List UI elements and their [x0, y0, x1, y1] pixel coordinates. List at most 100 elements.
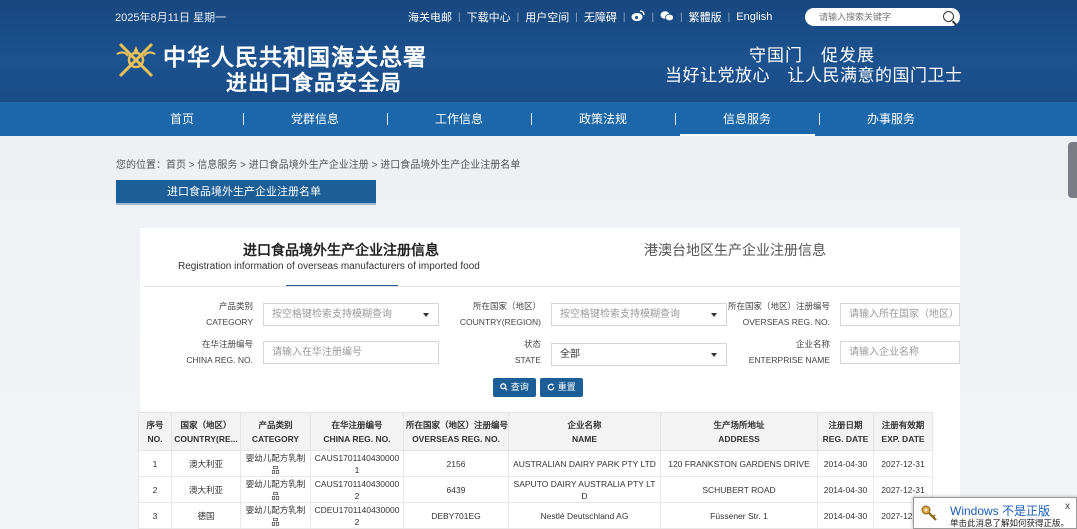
top-link-download[interactable]: 下载中心	[461, 9, 517, 25]
query-button-label: 查询	[510, 382, 529, 392]
weibo-icon[interactable]	[625, 9, 651, 25]
divider	[243, 113, 244, 125]
top-link-accessibility[interactable]: 无障碍	[578, 9, 623, 25]
top-link-user-space[interactable]: 用户空间	[519, 9, 575, 25]
search-icon[interactable]	[943, 11, 954, 22]
country-label-cn: 所在国家（地区）	[472, 301, 541, 311]
table-row[interactable]: 3 德国 婴幼儿配方乳制品 CDEU17011404300002 DEBY701…	[138, 502, 933, 529]
cell-category: 婴幼儿配方乳制品	[240, 476, 311, 503]
lang-english[interactable]: English	[730, 11, 778, 23]
refresh-icon	[547, 383, 555, 391]
col-header-name[interactable]: 企业名称 NAME	[508, 412, 661, 451]
table-row[interactable]: 2 澳大利亚 婴幼儿配方乳制品 CAUS17011404300002 6439 …	[138, 476, 933, 503]
cell-china-no: CAUS17011404300001	[310, 450, 404, 477]
state-label-en: STATE	[514, 355, 541, 365]
col-header-en: CATEGORY	[251, 433, 300, 444]
search-input[interactable]	[819, 12, 939, 22]
cell-overseas-no: 6439	[403, 476, 509, 503]
col-header-cn: 在华注册编号	[331, 419, 383, 430]
site-header: 2025年8月11日 星期一 海关电邮 | 下载中心 | 用户空间 | 无障碍 …	[0, 0, 1077, 102]
current-date: 2025年8月11日 星期一	[115, 12, 227, 24]
reset-button[interactable]: 重置	[540, 378, 583, 397]
top-link-email[interactable]: 海关电邮	[402, 9, 458, 25]
enterprise-label-cn: 企业名称	[795, 339, 830, 349]
col-header-cn: 企业名称	[567, 419, 602, 430]
site-subtitle: 进出口食品安全局	[226, 70, 402, 95]
enterprise-input[interactable]: 请输入企业名称	[840, 341, 960, 364]
cell-address: SCHUBERT ROAD	[660, 476, 818, 503]
state-select[interactable]: 全部	[551, 343, 727, 366]
col-header-china-no[interactable]: 在华注册编号 CHINA REG. NO.	[310, 412, 404, 451]
registration-table: 序号 NO. 国家（地区） COUNTRY(RE... 产品类别 CATEGORY 在…	[138, 412, 933, 529]
state-label: 状态 STATE	[470, 337, 541, 367]
cell-name: SAPUTO DAIRY AUSTRALIA PTY LTD	[508, 476, 661, 503]
country-select[interactable]: 按空格键检索支持模糊查询	[551, 303, 727, 326]
col-header-cn: 生产场所地址	[713, 419, 765, 430]
china-no-label: 在华注册编号 CHINA REG. NO.	[180, 337, 253, 367]
col-header-category[interactable]: 产品类别 CATEGORY	[240, 412, 311, 451]
cell-exp-date: 2027-12-31	[873, 450, 933, 477]
tab-overseas-registration-subtitle: Registration information of overseas man…	[178, 261, 480, 272]
nav-item-policy[interactable]: 政策法规	[571, 102, 635, 136]
reset-button-label: 重置	[557, 382, 576, 392]
key-icon	[921, 505, 937, 521]
cell-country: 德国	[171, 502, 241, 529]
cell-address: Füssener Str. 1	[660, 502, 818, 529]
col-header-cn: 注册日期	[828, 419, 863, 430]
china-no-label-en: CHINA REG. NO.	[186, 355, 253, 365]
col-header-en: EXP. DATE	[881, 433, 925, 444]
col-header-en: NAME	[571, 433, 598, 444]
table-row[interactable]: 1 澳大利亚 婴幼儿配方乳制品 CAUS17011404300001 2156 …	[138, 450, 933, 477]
cell-country: 澳大利亚	[171, 476, 241, 503]
col-header-address[interactable]: 生产场所地址 ADDRESS	[660, 412, 818, 451]
col-header-overseas-no[interactable]: 所在国家（地区）注册编号 OVERSEAS REG. NO.	[403, 412, 509, 451]
site-search	[805, 8, 960, 26]
cell-reg-date: 2014-04-30	[817, 502, 874, 529]
col-header-en: REG. DATE	[822, 433, 869, 444]
country-label-en: COUNTRY(REGION)	[459, 317, 541, 327]
col-header-en: OVERSEAS REG. NO.	[412, 433, 500, 444]
query-button[interactable]: 查询	[493, 378, 536, 397]
windows-activation-notice[interactable]: Windows 不是正版 x 单击此消息了解如何获得正版。	[913, 497, 1077, 529]
country-label: 所在国家（地区） COUNTRY(REGION)	[440, 299, 541, 329]
nav-item-info-service[interactable]: 信息服务	[715, 102, 779, 136]
lang-traditional[interactable]: 繁體版	[683, 9, 728, 25]
col-header-cn: 国家（地区）	[180, 419, 232, 430]
col-header-exp-date[interactable]: 注册有效期 EXP. DATE	[873, 412, 933, 451]
cell-no: 2	[138, 476, 172, 503]
slogan-line-2: 当好让党放心 让人民满意的国门卫士	[665, 66, 963, 85]
tab-overseas-registration[interactable]: 进口食品境外生产企业注册信息	[243, 240, 439, 260]
overseas-no-placeholder: 请输入所在国家（地区）注册编号	[849, 309, 959, 320]
cell-no: 1	[138, 450, 172, 477]
country-placeholder: 按空格键检索支持模糊查询	[560, 309, 680, 320]
cell-china-no: CAUS17011404300002	[310, 476, 404, 503]
section-tab-underline	[116, 203, 376, 205]
top-links: 海关电邮 | 下载中心 | 用户空间 | 无障碍 | | | 繁體版 | Eng…	[402, 9, 778, 25]
overseas-no-input[interactable]: 请输入所在国家（地区）注册编号	[840, 303, 960, 326]
scrollbar-handle[interactable]	[1068, 142, 1077, 198]
search-icon	[500, 383, 508, 391]
tab-hk-macao-taiwan[interactable]: 港澳台地区生产企业注册信息	[644, 240, 826, 260]
category-label-cn: 产品类别	[218, 301, 253, 311]
wechat-icon[interactable]	[654, 10, 680, 25]
china-no-placeholder: 请输入在华注册编号	[272, 347, 362, 358]
cell-name: Nestlé Deutschland AG	[508, 502, 661, 529]
close-icon[interactable]: x	[1065, 501, 1070, 512]
col-header-cn: 序号	[146, 419, 164, 430]
nav-item-services[interactable]: 办事服务	[859, 102, 923, 136]
nav-item-home[interactable]: 首页	[150, 102, 214, 136]
nav-item-work[interactable]: 工作信息	[427, 102, 491, 136]
cell-overseas-no: DEBY701EG	[403, 502, 509, 529]
col-header-en: ADDRESS	[718, 433, 760, 444]
category-select[interactable]: 按空格键检索支持模糊查询	[263, 303, 439, 326]
china-no-input[interactable]: 请输入在华注册编号	[263, 341, 439, 364]
col-header-no[interactable]: 序号 NO.	[138, 412, 172, 451]
main-nav: 首页 党群信息 工作信息 政策法规 信息服务 办事服务	[0, 102, 1077, 136]
col-header-reg-date[interactable]: 注册日期 REG. DATE	[817, 412, 874, 451]
nav-item-party[interactable]: 党群信息	[283, 102, 347, 136]
cell-reg-date: 2014-04-30	[817, 476, 874, 503]
col-header-cn: 产品类别	[258, 419, 293, 430]
col-header-en: COUNTRY(RE...	[174, 433, 238, 444]
section-tab[interactable]: 进口食品境外生产企业注册名单	[116, 180, 376, 204]
col-header-country[interactable]: 国家（地区） COUNTRY(RE...	[171, 412, 241, 451]
